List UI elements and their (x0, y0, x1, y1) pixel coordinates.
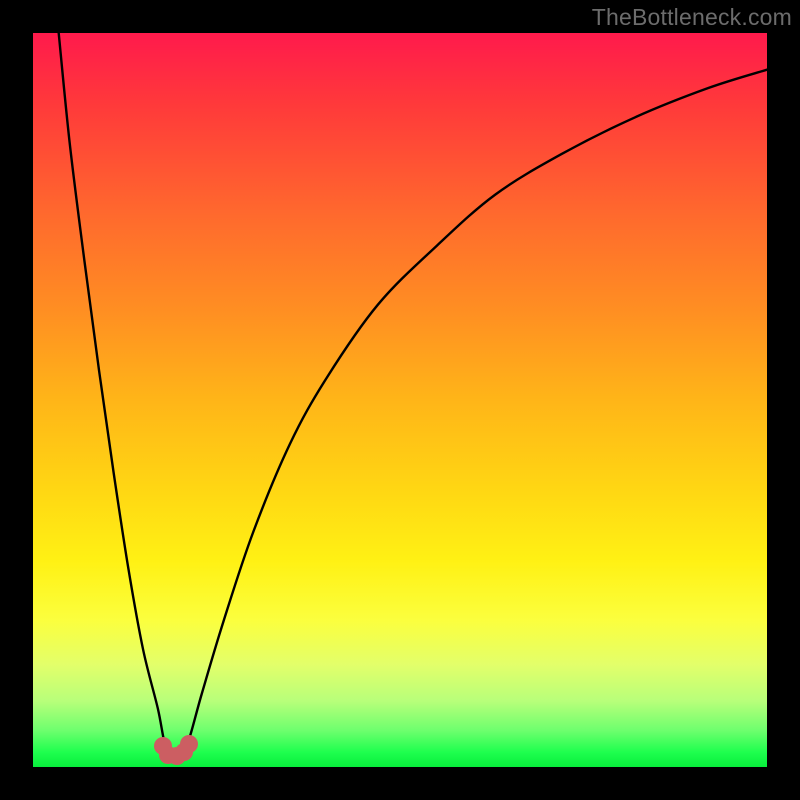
plot-area (33, 33, 767, 767)
chart-frame: TheBottleneck.com (0, 0, 800, 800)
curve-path (59, 33, 767, 757)
bottleneck-curve (33, 33, 767, 767)
curve-min-marker (180, 735, 198, 753)
watermark-text: TheBottleneck.com (592, 4, 792, 31)
